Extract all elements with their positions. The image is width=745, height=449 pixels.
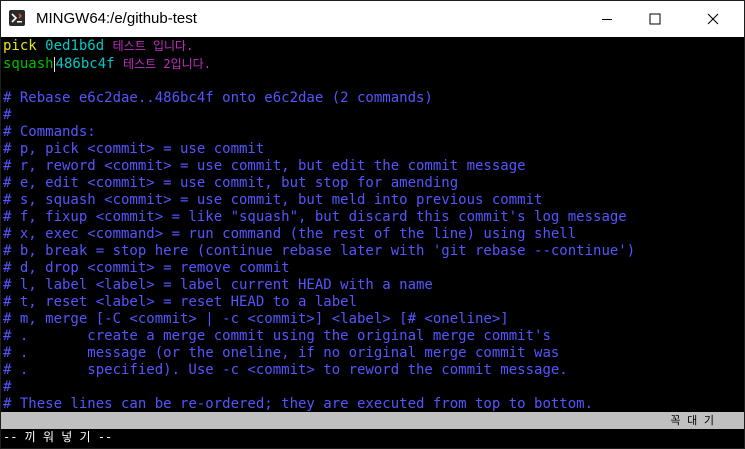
commit-hash: 486bc4f	[55, 56, 115, 72]
vim-status-line: <b-test/.git/rebase-merge/git-rebase-tod…	[1, 412, 744, 445]
comment-line: # s, squash <commit> = use commit, but m…	[3, 192, 543, 208]
minimize-icon	[602, 19, 612, 20]
comment-line: # m, merge [-C <commit> | -c <commit>] <…	[3, 311, 509, 327]
comment-line: # . specified). Use -c <commit> to rewor…	[3, 362, 568, 378]
terminal-content[interactable]: pick 0ed1b6d 테스트 입니다. squash 486bc4f 테스트 …	[1, 37, 744, 448]
maximize-icon	[649, 13, 661, 25]
status-scroll-position: 꼭 대 기	[670, 414, 714, 427]
git-bash-icon	[9, 10, 25, 26]
todo-command: squash	[3, 56, 54, 72]
comment-line: # d, drop <commit> = remove commit	[3, 260, 290, 276]
text-cursor	[53, 56, 55, 72]
comment-line: # t, reset <label> = reset HEAD to a lab…	[3, 294, 358, 310]
comment-line: # . create a merge commit using the orig…	[3, 328, 551, 344]
comment-line: # p, pick <commit> = use commit	[3, 141, 265, 157]
maximize-button[interactable]	[632, 1, 678, 37]
comment-line: #	[3, 107, 12, 123]
comment-line: # Commands:	[3, 124, 96, 140]
commit-message: 테스트 2입니다.	[123, 57, 211, 71]
todo-line-squash[interactable]: squash 486bc4f 테스트 2입니다.	[3, 56, 211, 73]
minimize-button[interactable]	[584, 1, 630, 37]
vim-mode-indicator: -- 끼 워 넣 기 --	[3, 430, 113, 444]
comment-line: #	[3, 379, 12, 395]
comment-line: # x, exec <command> = run command (the r…	[3, 226, 577, 242]
close-button[interactable]	[690, 1, 736, 37]
comment-line: # l, label <label> = label current HEAD …	[3, 277, 433, 293]
comment-line: # Rebase e6c2dae..486bc4f onto e6c2dae (…	[3, 90, 433, 106]
commit-message: 테스트 입니다.	[112, 39, 194, 53]
comment-line: # . message (or the oneline, if no origi…	[3, 345, 560, 361]
comment-line: # These lines can be re-ordered; they ar…	[3, 396, 594, 412]
status-file-info: <b-test/.git/rebase-merge/git-rebase-tod…	[53, 429, 669, 445]
comment-line: # r, reword <commit> = use commit, but e…	[3, 158, 526, 174]
commit-hash: 0ed1b6d	[45, 38, 105, 54]
todo-line-pick[interactable]: pick 0ed1b6d 테스트 입니다.	[3, 38, 193, 55]
title-bar[interactable]: MINGW64:/e/github-test	[1, 1, 744, 37]
comment-line: # b, break = stop here (continue rebase …	[3, 243, 636, 259]
window-title: MINGW64:/e/github-test	[36, 10, 197, 27]
terminal-window: MINGW64:/e/github-test pick 0ed1b6d 테스트 …	[0, 0, 745, 449]
close-icon	[707, 13, 719, 25]
comment-line: # f, fixup <commit> = like "squash", but…	[3, 209, 627, 225]
todo-command: pick	[3, 38, 37, 54]
comment-line: # e, edit <commit> = use commit, but sto…	[3, 175, 459, 191]
